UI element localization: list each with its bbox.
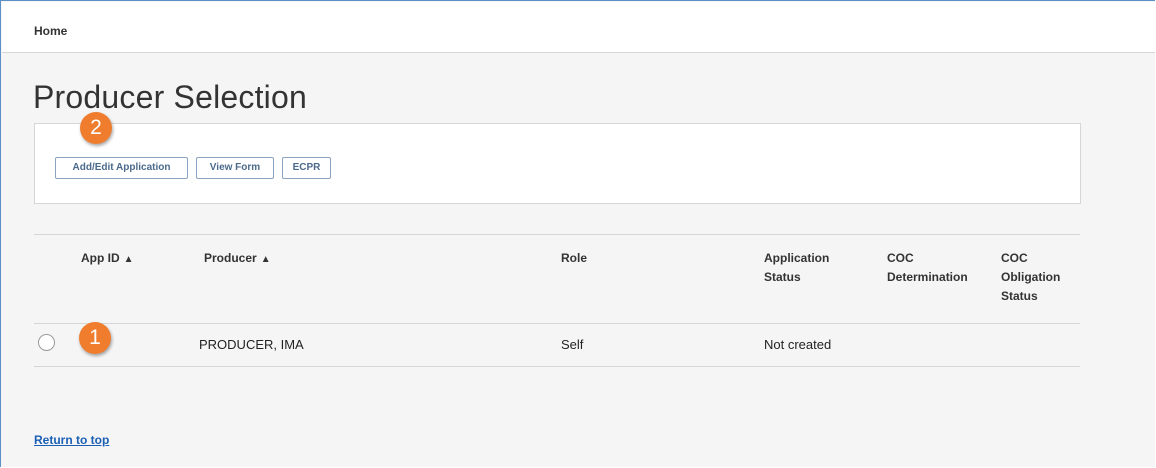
page-title: Producer Selection — [33, 79, 307, 115]
breadcrumb[interactable]: Home — [34, 24, 67, 38]
cell-application-status: Not created — [764, 337, 832, 352]
app-frame: Home Producer Selection Add/Edit Applica… — [0, 0, 1155, 467]
ecpr-button[interactable]: ECPR — [282, 157, 331, 179]
chevron-up-icon: ▲ — [123, 254, 134, 265]
chevron-up-icon: ▲ — [260, 254, 271, 265]
cell-producer: PRODUCER, IMA — [199, 337, 304, 352]
breadcrumb-bar: Home — [2, 2, 1155, 53]
column-header-application-status: Application Status — [764, 251, 830, 284]
cell-role: Self — [561, 337, 584, 352]
view-form-button[interactable]: View Form — [196, 157, 274, 179]
return-to-top-link[interactable]: Return to top — [34, 433, 109, 447]
action-button-panel: Add/Edit Application View Form ECPR — [34, 123, 1081, 204]
column-header-role: Role — [561, 251, 588, 265]
column-header-label: Producer — [204, 251, 257, 265]
row-select-radio[interactable] — [38, 334, 55, 351]
table-row[interactable]: PRODUCER, IMA Self Not created — [34, 322, 1080, 367]
table-header: App ID ▲ Producer ▲ Role Application Statu… — [34, 234, 1080, 324]
column-header-label: App ID — [81, 251, 120, 265]
column-header-coc-obligation-status: COC Obligation Status — [1001, 251, 1061, 303]
callout-marker-1: 1 — [79, 322, 111, 354]
column-header-app-id[interactable]: App ID ▲ — [81, 249, 134, 269]
column-header-coc-determination: COC Determination — [887, 251, 968, 284]
add-edit-application-button[interactable]: Add/Edit Application — [55, 157, 188, 179]
column-header-producer[interactable]: Producer ▲ — [204, 249, 271, 269]
callout-marker-2: 2 — [80, 112, 112, 144]
